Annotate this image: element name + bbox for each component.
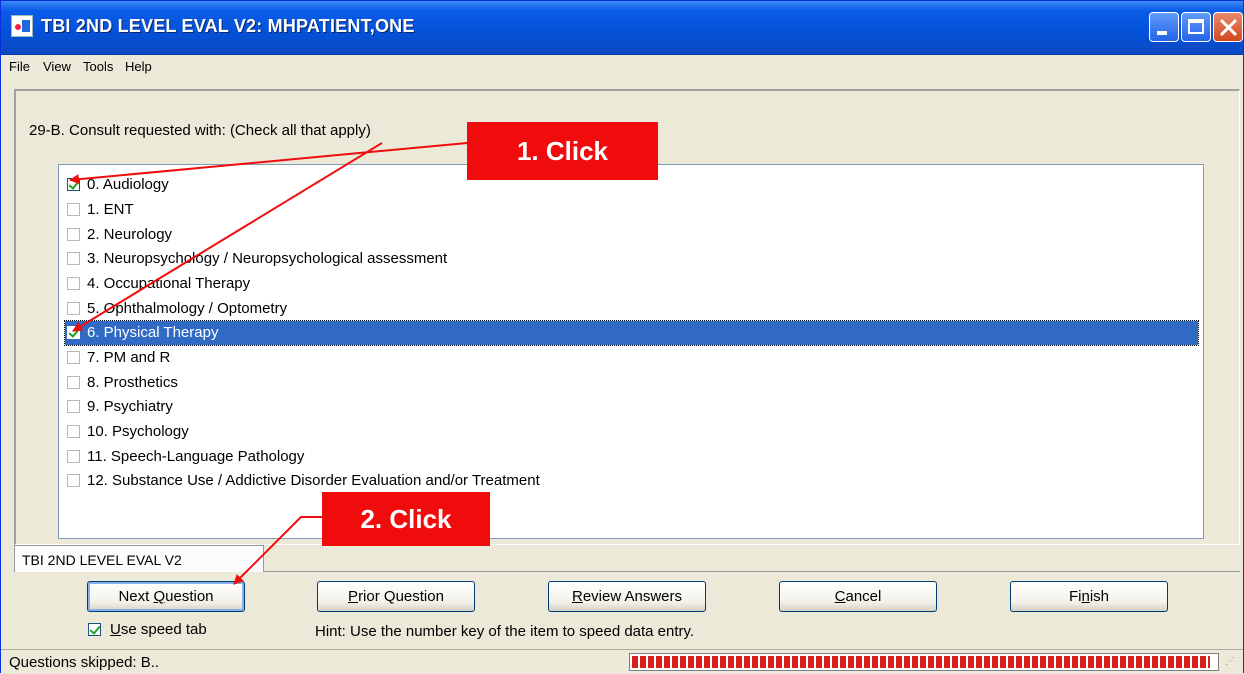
resize-grip-icon[interactable]: ⋰ (1225, 656, 1239, 670)
list-item[interactable]: 4. Occupational Therapy (65, 272, 1198, 296)
list-item[interactable]: 2. Neurology (65, 223, 1198, 247)
button-label-part: uestion (165, 588, 214, 605)
list-item[interactable]: 12. Substance Use / Addictive Disorder E… (65, 469, 1198, 493)
window-title: TBI 2ND LEVEL EVAL V2: MHPATIENT,ONE (41, 16, 415, 36)
callout-2: 2. Click (322, 492, 490, 546)
list-item[interactable]: 11. Speech-Language Pathology (65, 445, 1198, 469)
button-accelerator-key: P (348, 588, 359, 605)
checkbox[interactable] (67, 178, 80, 191)
tab-label: TBI 2ND LEVEL EVAL V2 (22, 552, 182, 568)
list-item[interactable]: 7. PM and R (65, 346, 1198, 370)
button-label-part: Next (118, 588, 154, 605)
button-label-part: ish (1089, 588, 1110, 605)
list-item-label: 8. Prosthetics (87, 374, 178, 391)
list-item-label: 10. Psychology (87, 423, 189, 440)
progress-fill (632, 656, 1211, 668)
menu-bar: File View Tools Help (1, 55, 1243, 79)
checkbox[interactable] (67, 252, 80, 265)
list-item[interactable]: 10. Psychology (65, 420, 1198, 444)
list-item-label: 4. Occupational Therapy (87, 275, 251, 292)
list-item-label: 2. Neurology (87, 226, 173, 243)
checkbox[interactable] (67, 400, 80, 413)
review-answers-button[interactable]: Review Answers (548, 581, 706, 612)
list-item-label: 12. Substance Use / Addictive Disorder E… (87, 472, 540, 489)
finish-button[interactable]: Finish (1010, 581, 1168, 612)
button-label-part: eview Answers (582, 588, 683, 605)
next-question-button[interactable]: Next Question (87, 581, 245, 612)
status-text: Questions skipped: B.. (9, 654, 160, 671)
checkbox[interactable] (88, 623, 101, 636)
hint-text: Hint: Use the number key of the item to … (315, 623, 695, 640)
list-item-label: 7. PM and R (87, 349, 171, 366)
list-item-label: 6. Physical Therapy (87, 324, 219, 341)
menu-file[interactable]: File (9, 59, 30, 74)
checkbox[interactable] (67, 203, 80, 216)
button-accelerator-key: n (1081, 588, 1090, 605)
status-bar: Questions skipped: B.. ⋰ (1, 649, 1243, 674)
app-icon (11, 15, 33, 37)
app-window: TBI 2ND LEVEL EVAL V2: MHPATIENT,ONE Fil… (0, 0, 1244, 674)
checkbox[interactable] (67, 376, 80, 389)
checkbox[interactable] (67, 450, 80, 463)
prior-question-button[interactable]: Prior Question (317, 581, 475, 612)
list-item[interactable]: 3. Neuropsychology / Neuropsychological … (65, 247, 1198, 271)
minimize-button[interactable] (1149, 12, 1179, 42)
checkbox[interactable] (67, 474, 80, 487)
button-accelerator-key: Q (153, 588, 166, 605)
list-item-label: 0. Audiology (87, 176, 169, 193)
checkbox-label: Use speed tab (110, 621, 207, 638)
list-item-label: 11. Speech-Language Pathology (87, 448, 305, 465)
list-item[interactable]: 5. Ophthalmology / Optometry (65, 297, 1198, 321)
button-label-part: ancel (845, 588, 882, 605)
maximize-button[interactable] (1181, 12, 1211, 42)
button-label-part: Fi (1068, 588, 1082, 605)
list-item-label: 1. ENT (87, 201, 134, 218)
button-accelerator-key: R (571, 588, 583, 605)
list-item[interactable]: 1. ENT (65, 198, 1198, 222)
list-item-label: 3. Neuropsychology / Neuropsychological … (87, 250, 448, 267)
checkbox[interactable] (67, 425, 80, 438)
checkbox[interactable] (67, 228, 80, 241)
button-label-part: rior Question (358, 588, 444, 605)
checkbox[interactable] (67, 351, 80, 364)
checkbox[interactable] (67, 302, 80, 315)
button-accelerator-key: C (834, 588, 846, 605)
progress-bar (629, 653, 1219, 671)
options-listbox[interactable]: 0. Audiology 1. ENT 2. Neurology 3. Neur… (58, 164, 1204, 539)
callout-1: 1. Click (467, 122, 658, 180)
checkbox[interactable] (67, 277, 80, 290)
question-text: 29-B. Consult requested with: (Check all… (29, 122, 371, 139)
list-item[interactable]: 9. Psychiatry (65, 395, 1198, 419)
menu-tools[interactable]: Tools (83, 59, 113, 74)
menu-help[interactable]: Help (125, 59, 152, 74)
cancel-button[interactable]: Cancel (779, 581, 937, 612)
menu-view[interactable]: View (43, 59, 71, 74)
close-button[interactable] (1213, 12, 1243, 42)
tab-tbi-2nd-level-eval[interactable]: TBI 2ND LEVEL EVAL V2 (14, 545, 264, 572)
list-item[interactable]: 8. Prosthetics (65, 371, 1198, 395)
list-item[interactable]: 6. Physical Therapy (64, 320, 1199, 346)
title-bar[interactable]: TBI 2ND LEVEL EVAL V2: MHPATIENT,ONE (1, 1, 1243, 55)
checkbox[interactable] (67, 326, 80, 339)
tab-divider (264, 571, 1240, 572)
list-item-label: 5. Ophthalmology / Optometry (87, 300, 288, 317)
list-item-label: 9. Psychiatry (87, 398, 173, 415)
